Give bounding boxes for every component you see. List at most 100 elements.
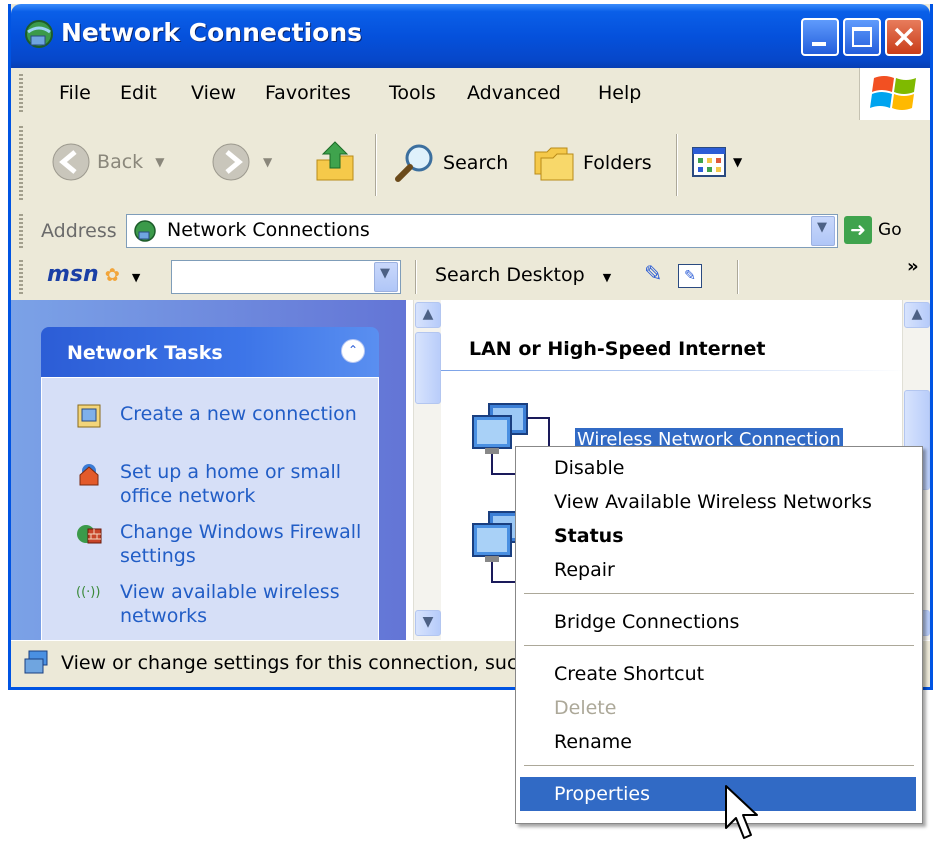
scroll-up-button[interactable]: ▲ <box>904 302 930 328</box>
msn-bar-grip[interactable] <box>19 260 23 294</box>
scroll-up-button[interactable]: ▲ <box>415 302 441 328</box>
chevron-down-icon: ▼ <box>422 614 434 630</box>
maximize-icon <box>852 27 872 47</box>
group-divider <box>441 370 906 371</box>
menu-bar-grip[interactable] <box>19 74 23 114</box>
toolbar-separator <box>375 134 377 196</box>
toolbar-grip[interactable] <box>19 126 23 202</box>
views-dropdown-icon[interactable]: ▼ <box>733 155 742 169</box>
chevron-down-icon: ▼ <box>817 220 827 235</box>
address-dropdown-button[interactable]: ▼ <box>811 216 835 246</box>
repair-label: Repair <box>554 559 615 581</box>
address-label: Address <box>41 220 117 242</box>
highlighter-icon[interactable]: ✎ <box>644 262 662 287</box>
msn-butterfly-icon: ✿ <box>104 265 120 286</box>
menu-item-create-shortcut[interactable]: Create Shortcut <box>520 657 916 691</box>
title-bar[interactable]: Network Connections <box>11 4 930 68</box>
address-value: Network Connections <box>167 219 370 241</box>
firewall-icon <box>77 525 102 544</box>
views-button[interactable]: ▼ <box>691 144 742 180</box>
toolbar-separator <box>737 260 739 294</box>
menu-separator <box>524 593 914 595</box>
menu-item-properties[interactable]: Properties <box>520 777 916 811</box>
msn-toolbar: msn ✿ ▼ ▼ Search Desktop ▼ ✎ ✎ » <box>11 254 930 301</box>
msn-search-input[interactable]: ▼ <box>171 260 401 294</box>
standard-toolbar: Back ▼ ▼ Search Folders ▼ <box>11 120 930 209</box>
close-icon <box>894 27 914 47</box>
toolbar-overflow-chevron[interactable]: » <box>907 256 919 277</box>
views-icon <box>692 147 726 177</box>
menu-help[interactable]: Help <box>598 82 641 104</box>
back-button[interactable]: Back ▼ <box>51 142 164 182</box>
minimize-button[interactable] <box>801 18 839 56</box>
up-folder-button[interactable] <box>313 138 357 189</box>
home-network-icon <box>79 464 99 486</box>
network-connections-small-icon <box>134 220 156 242</box>
menu-item-rename[interactable]: Rename <box>520 725 916 759</box>
maximize-button[interactable] <box>843 18 881 56</box>
view-wireless-label: View Available Wireless Networks <box>554 491 872 513</box>
chevron-up-icon: ▲ <box>911 306 923 322</box>
forward-arrow-icon <box>212 143 250 181</box>
menu-view[interactable]: View <box>191 82 236 104</box>
minimize-icon <box>812 42 826 46</box>
close-button[interactable] <box>885 18 923 56</box>
menu-item-disable[interactable]: Disable <box>520 451 916 485</box>
network-connections-icon <box>25 20 53 48</box>
chevron-up-icon: ▲ <box>422 306 434 322</box>
back-dropdown-icon[interactable]: ▼ <box>155 155 164 169</box>
task-pane-scrollbar[interactable]: ▲ ▼ <box>413 300 441 640</box>
menu-file[interactable]: File <box>59 82 91 104</box>
toolbar-separator <box>676 134 678 196</box>
task-link-create-connection[interactable]: Create a new connection <box>120 402 380 426</box>
folders-button[interactable]: Folders <box>531 142 652 184</box>
create-shortcut-label: Create Shortcut <box>554 663 705 685</box>
folders-icon <box>534 147 574 181</box>
rename-label: Rename <box>554 731 632 753</box>
menu-separator <box>524 645 914 647</box>
search-desktop-button[interactable]: Search Desktop ▼ <box>435 264 611 286</box>
menu-item-bridge[interactable]: Bridge Connections <box>520 605 916 639</box>
network-tasks-header[interactable]: Network Tasks ⌃ <box>41 327 379 377</box>
search-button[interactable]: Search <box>393 142 508 184</box>
task-link-wireless[interactable]: View available wireless networks <box>120 580 380 628</box>
menu-favorites[interactable]: Favorites <box>265 82 351 104</box>
delete-label: Delete <box>554 697 617 719</box>
window-title: Network Connections <box>61 18 363 47</box>
search-desktop-label: Search Desktop <box>435 264 585 286</box>
properties-label: Properties <box>554 783 651 805</box>
menu-separator <box>524 765 914 767</box>
msn-dropdown-icon: ▼ <box>131 271 141 284</box>
status-connection-icon <box>24 650 48 674</box>
menu-item-view-wireless[interactable]: View Available Wireless Networks <box>520 485 916 519</box>
msn-search-dropdown-button[interactable]: ▼ <box>374 262 398 292</box>
go-button[interactable]: ➜ Go <box>844 216 902 244</box>
forward-dropdown-icon[interactable]: ▼ <box>263 155 272 169</box>
network-tasks-body: Create a new connection Set up a home or… <box>41 377 379 640</box>
address-input[interactable]: Network Connections ▼ <box>126 214 838 248</box>
group-title: LAN or High-Speed Internet <box>469 338 766 360</box>
go-arrow-icon: ➜ <box>844 216 872 244</box>
scroll-down-button[interactable]: ▼ <box>415 610 441 636</box>
task-link-firewall[interactable]: Change Windows Firewall settings <box>120 520 380 568</box>
network-tasks-title: Network Tasks <box>67 342 223 364</box>
menu-item-status[interactable]: Status <box>520 519 916 553</box>
menu-item-repair[interactable]: Repair <box>520 553 916 587</box>
collapse-chevron-icon[interactable]: ⌃ <box>341 339 365 363</box>
wireless-icon: ((·)) <box>76 585 101 600</box>
address-bar-grip[interactable] <box>19 214 23 248</box>
task-link-home-network[interactable]: Set up a home or small office network <box>120 460 380 508</box>
back-label: Back <box>97 151 144 173</box>
msn-logo-button[interactable]: msn ✿ ▼ <box>47 262 140 287</box>
menu-tools[interactable]: Tools <box>389 82 436 104</box>
menu-advanced[interactable]: Advanced <box>467 82 561 104</box>
mouse-pointer-icon <box>725 785 758 839</box>
notepad-icon[interactable]: ✎ <box>678 264 702 288</box>
menu-item-delete: Delete <box>520 691 916 725</box>
scroll-thumb[interactable] <box>415 332 441 404</box>
go-label: Go <box>878 220 902 240</box>
bridge-label: Bridge Connections <box>554 611 740 633</box>
forward-button[interactable]: ▼ <box>211 142 272 182</box>
windows-flag-icon <box>870 76 916 110</box>
menu-edit[interactable]: Edit <box>120 82 157 104</box>
